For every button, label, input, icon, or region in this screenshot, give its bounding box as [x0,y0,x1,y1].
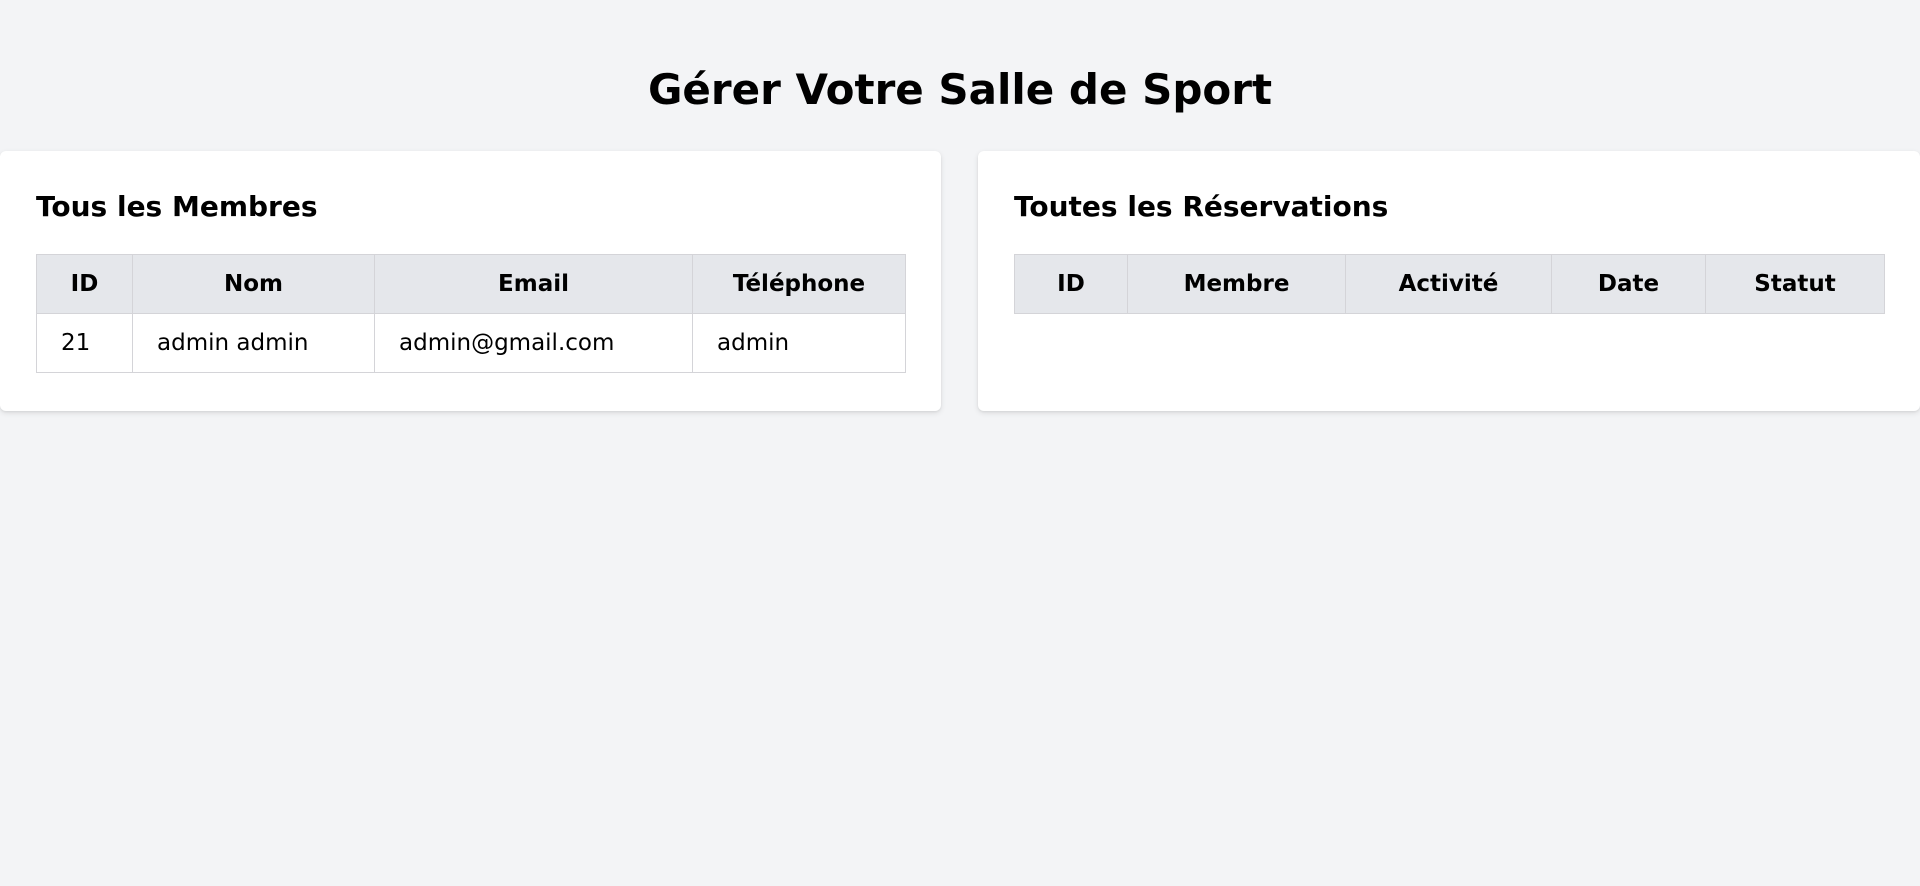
members-col-telephone: Téléphone [692,254,906,314]
members-title: Tous les Membres [36,190,318,223]
member-email-cell: admin@gmail.com [374,313,693,373]
member-name-cell: admin admin [132,313,375,373]
reservations-col-date: Date [1551,254,1706,314]
members-col-email: Email [374,254,693,314]
members-card: Tous les Membres ID Nom Email Téléphone … [0,151,941,411]
reservations-table: ID Membre Activité Date Statut [1014,254,1885,314]
reservations-title: Toutes les Réservations [1014,190,1389,223]
reservations-card: Toutes les Réservations ID Membre Activi… [978,151,1920,411]
members-col-nom: Nom [132,254,375,314]
members-header-row: ID Nom Email Téléphone [36,254,906,314]
content-area: Tous les Membres ID Nom Email Téléphone … [0,151,1920,411]
reservations-col-statut: Statut [1705,254,1885,314]
members-col-id: ID [36,254,133,314]
member-phone-cell: admin [692,313,906,373]
table-row: 21 admin admin admin@gmail.com admin [36,313,906,373]
reservations-header-row: ID Membre Activité Date Statut [1014,254,1885,314]
member-id-cell: 21 [36,313,133,373]
reservations-col-id: ID [1014,254,1128,314]
reservations-col-membre: Membre [1127,254,1346,314]
members-table: ID Nom Email Téléphone 21 admin admin ad… [36,254,906,373]
page-title: Gérer Votre Salle de Sport [647,65,1273,114]
reservations-col-activite: Activité [1345,254,1552,314]
